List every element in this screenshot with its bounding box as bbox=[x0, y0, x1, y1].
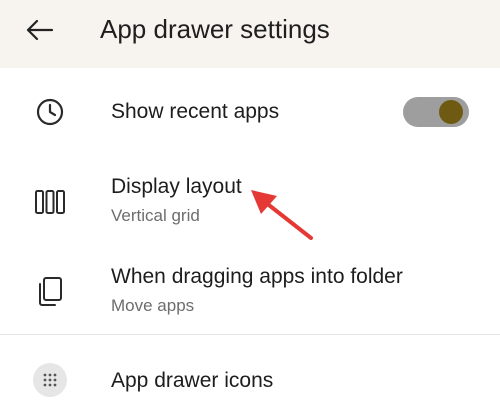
columns-icon bbox=[30, 182, 70, 222]
setting-label: Display layout bbox=[111, 175, 242, 198]
page-title: App drawer settings bbox=[100, 14, 330, 44]
setting-label: App drawer icons bbox=[111, 369, 274, 392]
arrow-left-icon bbox=[26, 19, 54, 41]
copy-icon bbox=[30, 272, 70, 312]
setting-value: Move apps bbox=[111, 296, 195, 315]
setting-label: Show recent apps bbox=[111, 100, 280, 123]
toggle-knob bbox=[439, 100, 463, 124]
divider bbox=[0, 334, 500, 335]
app-bar: App drawer settings bbox=[0, 0, 500, 68]
back-button[interactable] bbox=[16, 10, 62, 50]
setting-app-drawer-icons[interactable]: App drawer icons bbox=[0, 348, 500, 409]
grid-dots-icon bbox=[30, 360, 70, 400]
setting-dragging-apps-folder[interactable]: When dragging apps into folder Move apps bbox=[0, 250, 500, 330]
recent-apps-toggle[interactable] bbox=[403, 97, 469, 127]
setting-display-layout[interactable]: Display layout Vertical grid bbox=[0, 160, 500, 240]
setting-label: When dragging apps into folder bbox=[111, 265, 403, 288]
setting-value: Vertical grid bbox=[111, 206, 200, 225]
clock-icon bbox=[30, 92, 70, 132]
